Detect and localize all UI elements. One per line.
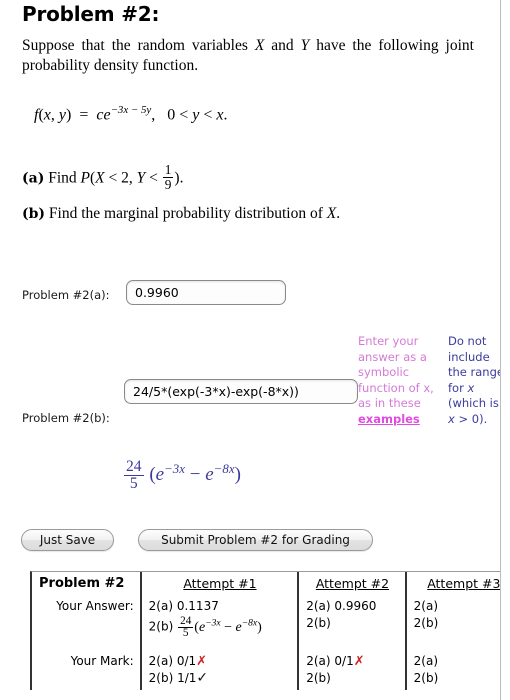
answer-b1-prefix: 2(b) <box>148 619 174 634</box>
mark-a3-prefix: 2(a) <box>413 653 439 668</box>
table-spacer-row <box>32 642 500 650</box>
cell-mark-attempt-3: 2(a) 2(b) <box>406 650 500 690</box>
symbolic-answer-hint: Enter your answer as a symbolic function… <box>358 334 436 427</box>
answer-b2-prefix: 2(b) <box>306 616 331 630</box>
answer-a1-value: 0.1137 <box>176 599 219 613</box>
cell-answer-attempt-3: 2(a) 2(b) <box>406 595 500 643</box>
attempts-results-table: Problem #2 Attempt #1 Attempt #2 Attempt… <box>30 571 501 690</box>
table-row-your-answer: Your Answer: 2(a) 0.1137 2(b) 24 5 (e−3x −… <box>32 595 500 643</box>
problem-part-b: (b) Find the marginal probability distri… <box>22 205 341 222</box>
spacer-cell-4 <box>406 643 500 650</box>
table-row-your-mark: Your Mark: 2(a) 0/1✗ 2(b) 1/1✓ 2(a) 0/1✗… <box>32 649 500 690</box>
mark-b1-prefix: 2(b) <box>148 670 174 685</box>
answer-a-input[interactable] <box>126 280 286 305</box>
table-header-attempt-2: Attempt #2 <box>298 572 407 595</box>
page-title: Problem #2: <box>22 2 160 26</box>
answer-b3-prefix: 2(b) <box>413 616 439 630</box>
cell-mark-attempt-2: 2(a) 0/1✗ 2(b) <box>298 649 407 690</box>
incorrect-icon: ✗ <box>353 653 365 669</box>
mark-b1-value: 1/1 <box>177 670 197 685</box>
answer-b-preview: 24 5 (e−3x − e−8x) <box>124 458 241 492</box>
examples-link[interactable]: examples <box>358 412 420 426</box>
table-header-attempt-1: Attempt #1 <box>140 572 300 595</box>
row-label-your-answer: Your Answer: <box>32 595 142 643</box>
correct-icon: ✓ <box>196 669 209 686</box>
mark-a1-value: 0/1 <box>176 653 197 668</box>
table-header-row: Problem #2 Attempt #1 Attempt #2 Attempt… <box>32 572 501 595</box>
range-exclusion-hint: Do not include the range for x (which is… <box>448 334 501 426</box>
answer-a1-prefix: 2(a) <box>148 599 174 613</box>
cell-answer-attempt-2: 2(a) 0.9960 2(b) <box>298 595 407 643</box>
joint-pdf-equation: f(x, y) = ce−3x − 5y, 0 < y < x. <box>34 104 228 124</box>
cell-mark-attempt-1: 2(a) 0/1✗ 2(b) 1/1✓ <box>140 649 300 690</box>
mark-a1-prefix: 2(a) <box>148 653 174 668</box>
answer-a-label: Problem #2(a): <box>22 288 110 302</box>
cell-answer-attempt-1: 2(a) 0.1137 2(b) 24 5 (e−3x − e−8x) <box>140 595 300 643</box>
mark-b3-prefix: 2(b) <box>413 670 439 685</box>
problem-page: Problem #2: Suppose that the random vari… <box>0 0 501 700</box>
answer-a2-value: 0.9960 <box>334 599 377 613</box>
problem-part-a: (a) Find P(X < 2, Y < 1 9). <box>22 162 184 192</box>
preview-denominator: 5 <box>129 474 138 492</box>
part-a-label: (a) <box>22 170 45 187</box>
spacer-cell-3 <box>298 642 407 650</box>
problem-statement: Suppose that the random variables X and … <box>22 37 474 74</box>
answer-a3-prefix: 2(a) <box>413 599 439 613</box>
mark-b2-prefix: 2(b) <box>306 670 331 685</box>
table-corner-header: Problem #2 <box>32 572 142 595</box>
spacer-cell-2 <box>140 642 300 650</box>
mark-a2-prefix: 2(a) <box>306 653 331 668</box>
part-b-label: (b) <box>22 206 46 222</box>
row-label-your-mark: Your Mark: <box>32 649 142 690</box>
incorrect-icon: ✗ <box>196 653 208 669</box>
table-header-attempt-3: Attempt #3 <box>427 576 501 591</box>
answer-b1-value: 24 5 (e−3x − e−8x) <box>178 614 262 640</box>
spacer-cell-1 <box>32 642 142 650</box>
just-save-button[interactable]: Just Save <box>21 529 114 551</box>
mark-a2-value: 0/1 <box>334 653 354 668</box>
answer-b-input[interactable] <box>124 379 358 404</box>
answer-a2-prefix: 2(a) <box>306 599 331 613</box>
preview-numerator: 24 <box>124 458 144 476</box>
submit-for-grading-button[interactable]: Submit Problem #2 for Grading <box>138 529 373 551</box>
symbolic-answer-hint-text: Enter your answer as a symbolic function… <box>358 334 434 410</box>
answer-b-label: Problem #2(b): <box>22 411 110 425</box>
